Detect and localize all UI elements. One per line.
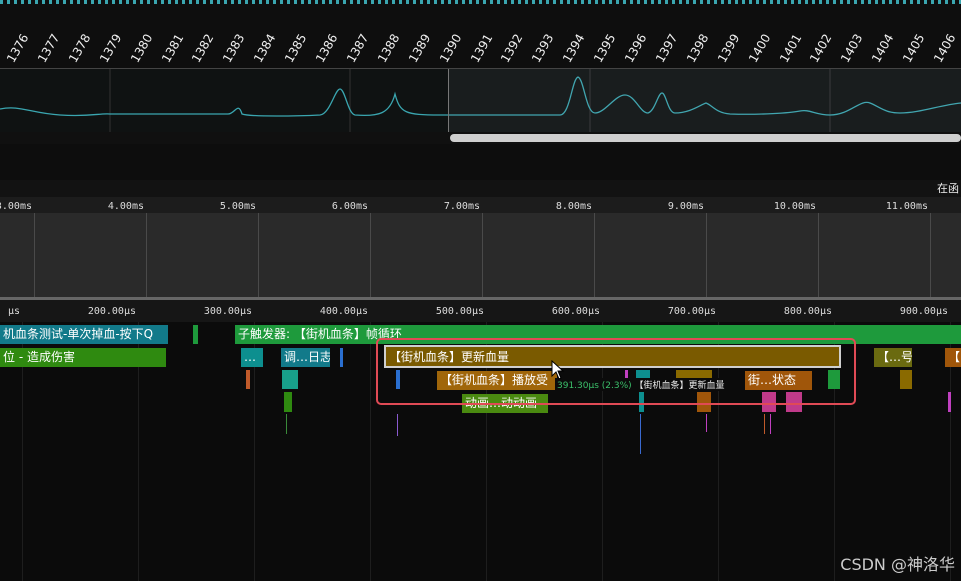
us-tick-label: 700.00μs	[667, 306, 716, 317]
event-right-1[interactable]: 【…号	[874, 348, 912, 367]
frame-number[interactable]: 1378	[66, 32, 93, 65]
ms-tick-label: 4.00ms	[107, 201, 144, 212]
ms-time-ruler[interactable]: 3.00ms 4.00ms 5.00ms 6.00ms 7.00ms 8.00ms 9.00…	[0, 197, 961, 213]
frame-number[interactable]: 1385	[282, 32, 309, 65]
frame-number[interactable]: 1395	[591, 32, 618, 65]
event-small[interactable]	[246, 370, 250, 389]
gridline	[370, 322, 371, 581]
event-small[interactable]	[282, 370, 298, 389]
frame-number[interactable]: 1394	[560, 32, 587, 65]
us-tick-label: 800.00μs	[783, 306, 832, 317]
ms-gridline	[146, 213, 147, 297]
event-deal-damage[interactable]: 位 - 造成伤害	[0, 348, 166, 367]
ms-gridline	[370, 213, 371, 297]
ms-gridline	[706, 213, 707, 297]
frame-number[interactable]: 1382	[189, 32, 216, 65]
us-tick-label: 600.00μs	[551, 306, 600, 317]
event-sliver	[706, 414, 707, 432]
overview-selection-window[interactable]	[448, 69, 961, 133]
ms-gridline	[258, 213, 259, 297]
event-right-2[interactable]: 【	[945, 348, 961, 367]
frame-number[interactable]: 1392	[498, 32, 525, 65]
us-tick-label: 200.00μs	[87, 306, 136, 317]
frame-number[interactable]: 1391	[468, 32, 495, 65]
ms-tick-label: 9.00ms	[667, 201, 704, 212]
event-sliver	[770, 414, 771, 434]
frame-number[interactable]: 1386	[313, 32, 340, 65]
ms-tick-label: 3.00ms	[0, 201, 32, 212]
ms-tick-label: 10.00ms	[773, 201, 816, 212]
frame-number[interactable]: 1396	[622, 32, 649, 65]
frame-number[interactable]: 1376	[4, 32, 31, 65]
ms-tick-label: 5.00ms	[219, 201, 256, 212]
frame-number[interactable]: 1384	[251, 32, 278, 65]
ms-gridline	[818, 213, 819, 297]
frame-number[interactable]: 1401	[777, 32, 804, 65]
frame-number[interactable]: 1389	[406, 32, 433, 65]
frame-number[interactable]: 1381	[159, 32, 186, 65]
ms-gridline	[930, 213, 931, 297]
ms-tick-label: 7.00ms	[443, 201, 480, 212]
frame-header[interactable]: 1376 1377 1378 1379 1380 1381 1382 1383 1384 1385…	[0, 0, 961, 68]
event-sliver	[640, 414, 641, 454]
ms-gridline	[34, 213, 35, 297]
event-sliver	[397, 414, 398, 436]
event-log[interactable]: 调…日志	[281, 348, 330, 367]
event-sliver	[286, 414, 287, 434]
us-tick-label: 400.00μs	[319, 306, 368, 317]
frame-number[interactable]: 1379	[97, 32, 124, 65]
event-small[interactable]	[340, 348, 343, 367]
timeline-scrollbar[interactable]	[0, 132, 961, 144]
frame-marker-strip	[0, 0, 961, 4]
frame-number[interactable]: 1398	[684, 32, 711, 65]
frame-number[interactable]: 1402	[807, 32, 834, 65]
empty-track	[0, 144, 961, 180]
frame-number[interactable]: 1404	[869, 32, 896, 65]
side-label: 在函	[937, 182, 959, 195]
event-small[interactable]	[284, 392, 292, 412]
frame-number[interactable]: 1400	[746, 32, 773, 65]
frame-number[interactable]: 1399	[715, 32, 742, 65]
frame-number[interactable]: 1390	[437, 32, 464, 65]
ms-tick-label: 6.00ms	[331, 201, 368, 212]
frame-number[interactable]: 1388	[375, 32, 402, 65]
us-tick-label: μs	[7, 306, 20, 317]
ms-gridline	[594, 213, 595, 297]
event-small[interactable]	[948, 392, 951, 412]
frame-number[interactable]: 1397	[653, 32, 680, 65]
frame-number[interactable]: 1387	[344, 32, 371, 65]
ms-tick-label: 8.00ms	[555, 201, 592, 212]
ms-gridline	[482, 213, 483, 297]
event-small[interactable]	[900, 370, 912, 389]
us-tick-label: 300.00μs	[203, 306, 252, 317]
scroll-thumb[interactable]	[450, 134, 961, 142]
frame-number[interactable]: 1380	[128, 32, 155, 65]
event-small[interactable]	[193, 325, 198, 344]
frame-number[interactable]: 1403	[838, 32, 865, 65]
event-short[interactable]: …	[241, 348, 263, 367]
empty-track-2	[0, 180, 961, 197]
frame-number[interactable]: 1406	[931, 32, 958, 65]
annotation-highlight-box	[376, 338, 856, 405]
mouse-cursor-icon	[551, 360, 565, 380]
event-sliver	[764, 414, 765, 434]
frame-number[interactable]: 1377	[35, 32, 62, 65]
event-single-damage-test[interactable]: 机血条测试-单次掉血-按下Q	[0, 325, 168, 344]
frame-overview-graph[interactable]	[0, 68, 961, 134]
us-tick-label: 900.00μs	[899, 306, 948, 317]
frame-number[interactable]: 1393	[529, 32, 556, 65]
frame-number[interactable]: 1405	[900, 32, 927, 65]
us-tick-label: 500.00μs	[435, 306, 484, 317]
us-time-ruler[interactable]: μs 200.00μs 300.00μs 400.00μs 500.00μs 600.00…	[0, 297, 961, 322]
ms-track-area[interactable]	[0, 213, 961, 297]
ms-tick-label: 11.00ms	[885, 201, 928, 212]
watermark: CSDN @神洛华	[840, 555, 955, 574]
frame-number[interactable]: 1383	[220, 32, 247, 65]
